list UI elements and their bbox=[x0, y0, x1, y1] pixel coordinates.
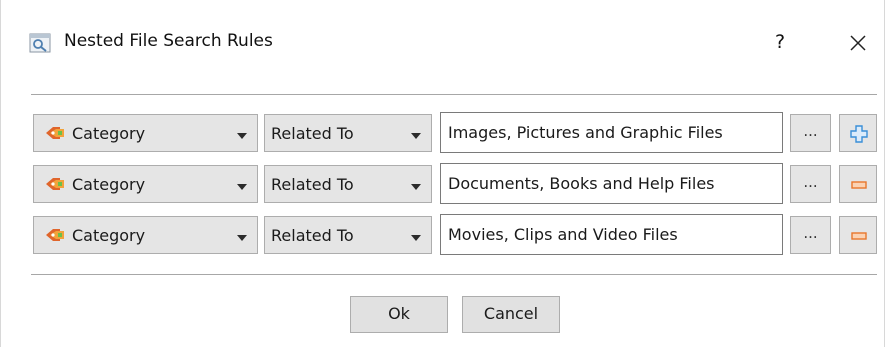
chevron-down-icon bbox=[237, 235, 247, 241]
search-window-icon bbox=[29, 33, 51, 53]
field-dropdown[interactable]: Category bbox=[33, 114, 258, 152]
value-field[interactable]: Images, Pictures and Graphic Files bbox=[440, 112, 783, 153]
dialog-window: Nested File Search Rules ? Category Rela… bbox=[0, 0, 885, 347]
category-icon bbox=[44, 226, 66, 244]
operator-label: Related To bbox=[271, 226, 354, 245]
browse-button[interactable]: ... bbox=[790, 216, 831, 254]
minus-icon bbox=[851, 232, 867, 240]
field-label: Category bbox=[72, 226, 146, 245]
browse-button[interactable]: ... bbox=[790, 165, 831, 203]
value-field[interactable]: Movies, Clips and Video Files bbox=[440, 214, 783, 255]
chevron-down-icon bbox=[237, 133, 247, 139]
browse-button[interactable]: ... bbox=[790, 114, 831, 152]
cancel-button[interactable]: Cancel bbox=[462, 296, 560, 333]
operator-label: Related To bbox=[271, 124, 354, 143]
rule-row: Category Related To Movies, Clips and Vi… bbox=[1, 214, 885, 258]
operator-label: Related To bbox=[271, 175, 354, 194]
field-dropdown[interactable]: Category bbox=[33, 216, 258, 254]
value-text: Documents, Books and Help Files bbox=[448, 174, 715, 193]
value-text: Movies, Clips and Video Files bbox=[448, 225, 678, 244]
value-text: Images, Pictures and Graphic Files bbox=[448, 123, 723, 142]
remove-rule-button[interactable] bbox=[839, 165, 877, 203]
bottom-separator bbox=[31, 274, 877, 275]
field-label: Category bbox=[72, 124, 146, 143]
field-label: Category bbox=[72, 175, 146, 194]
chevron-down-icon bbox=[411, 133, 421, 139]
chevron-down-icon bbox=[237, 184, 247, 190]
rule-row: Category Related To Images, Pictures and… bbox=[1, 112, 885, 156]
category-icon bbox=[44, 175, 66, 193]
add-rule-button[interactable] bbox=[839, 114, 877, 152]
chevron-down-icon bbox=[411, 184, 421, 190]
window-title: Nested File Search Rules bbox=[64, 31, 273, 51]
title-bar: Nested File Search Rules ? bbox=[1, 0, 885, 86]
operator-dropdown[interactable]: Related To bbox=[264, 114, 432, 152]
remove-rule-button[interactable] bbox=[839, 216, 877, 254]
help-button[interactable]: ? bbox=[765, 24, 795, 60]
category-icon bbox=[44, 124, 66, 142]
chevron-down-icon bbox=[411, 235, 421, 241]
value-field[interactable]: Documents, Books and Help Files bbox=[440, 163, 783, 204]
rule-row: Category Related To Documents, Books and… bbox=[1, 163, 885, 207]
operator-dropdown[interactable]: Related To bbox=[264, 216, 432, 254]
minus-icon bbox=[851, 181, 867, 189]
field-dropdown[interactable]: Category bbox=[33, 165, 258, 203]
top-separator bbox=[31, 94, 877, 95]
plus-icon bbox=[850, 125, 868, 143]
close-icon[interactable] bbox=[840, 25, 876, 61]
operator-dropdown[interactable]: Related To bbox=[264, 165, 432, 203]
ok-button[interactable]: Ok bbox=[350, 296, 448, 333]
